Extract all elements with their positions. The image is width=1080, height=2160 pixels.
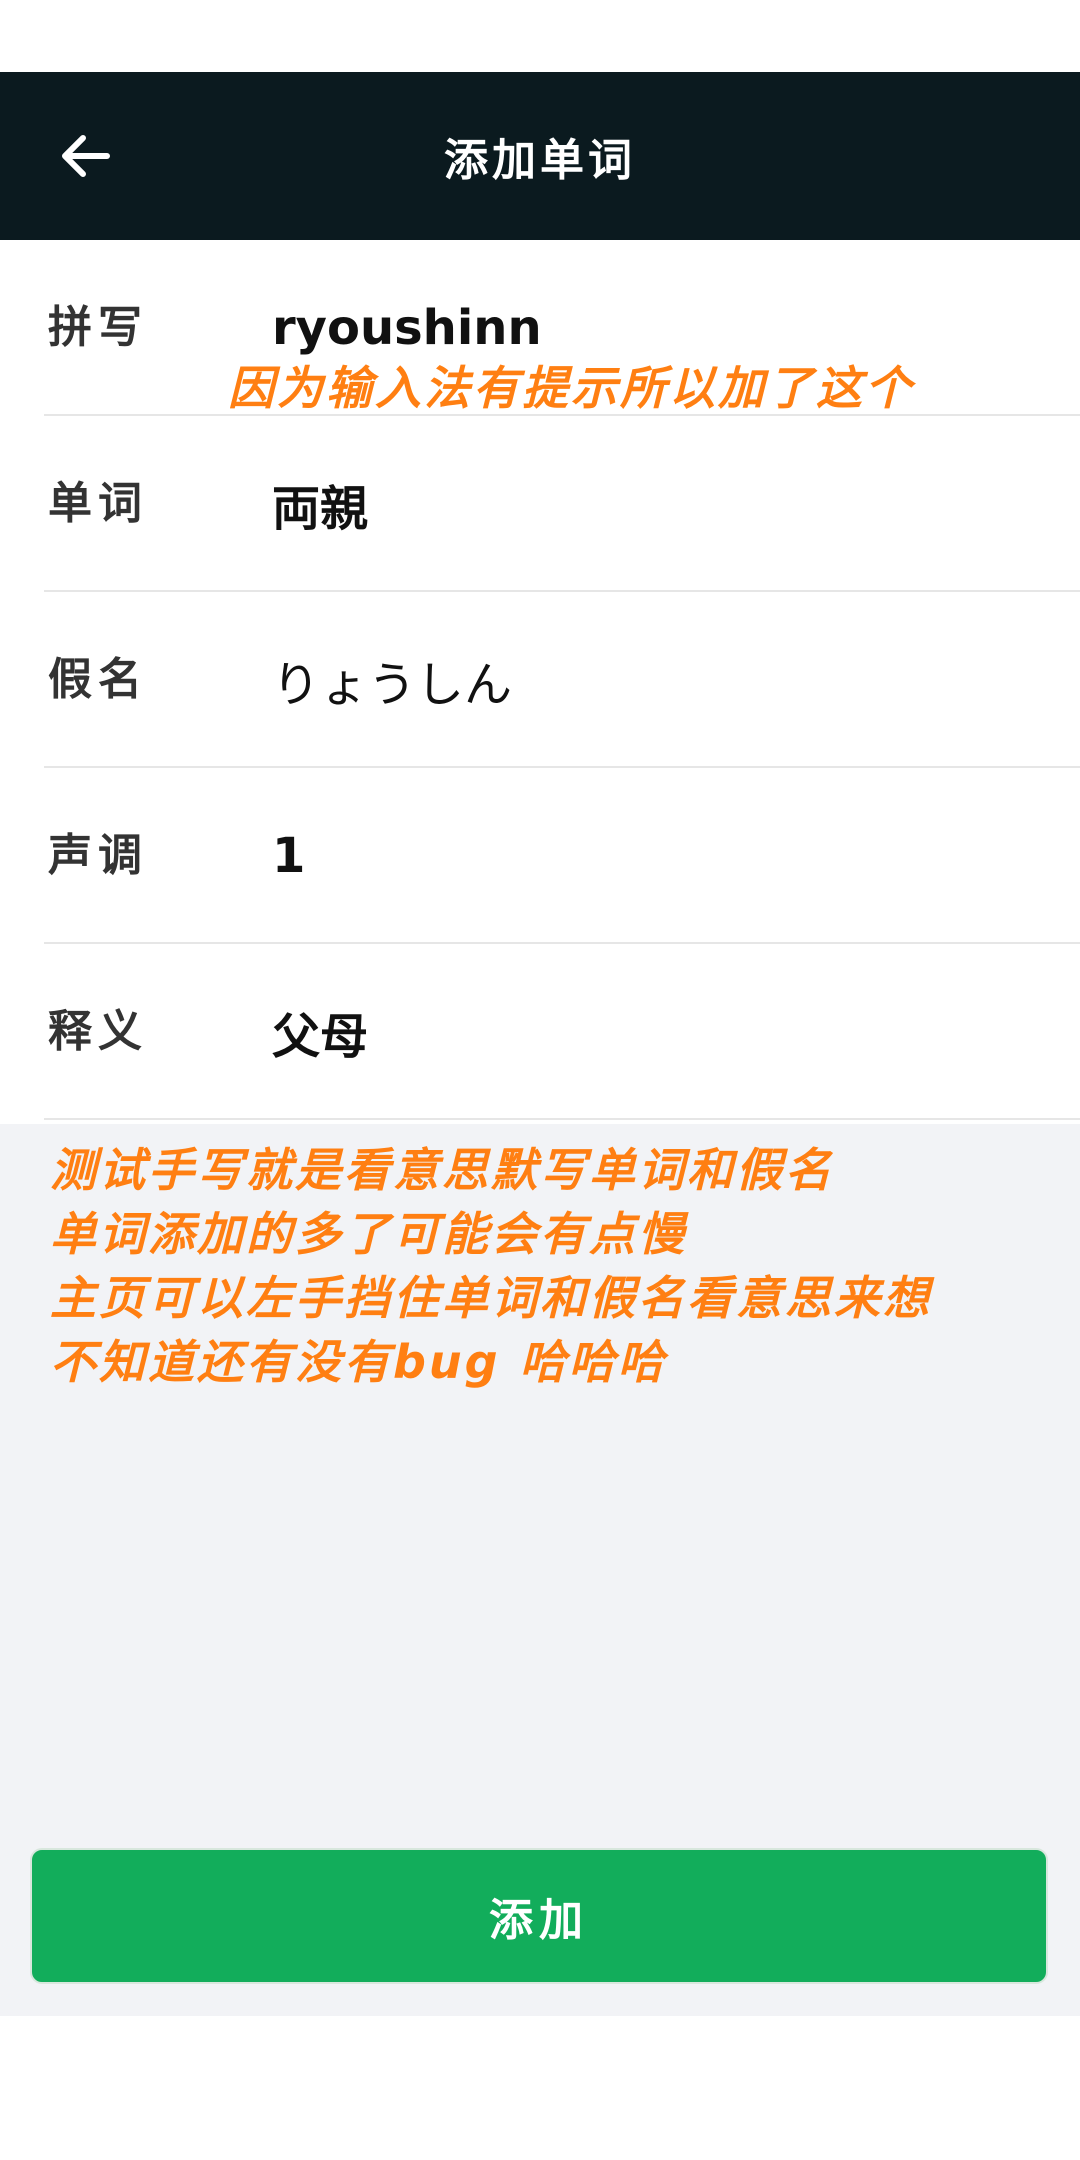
page-title: 添加单词 [444,135,636,186]
field-row-tone: 声调 [0,768,1080,944]
annotation-top: 因为输入法有提示所以加了这个 [228,361,914,415]
field-row-word: 单词 [0,416,1080,592]
annotation-line: 不知道还有没有bug 哈哈哈 [50,1335,667,1389]
annotation-line: 主页可以左手挡住单词和假名看意思来想 [50,1271,932,1325]
word-label: 单词 [48,478,148,529]
annotation-line: 测试手写就是看意思默写单词和假名 [50,1143,834,1197]
annotation-notes: 测试手写就是看意思默写单词和假名 单词添加的多了可能会有点慢 主页可以左手挡住单… [50,1138,932,1394]
arrow-left-icon [62,135,110,177]
add-button[interactable]: 添加 [30,1848,1048,1984]
navigation-bar [0,2016,1080,2160]
annotation-line: 单词添加的多了可能会有点慢 [50,1207,687,1261]
status-bar [0,0,1080,72]
meaning-input[interactable] [272,982,1032,1082]
tone-label: 声调 [48,830,148,881]
kana-input[interactable] [272,630,1032,730]
divider [44,1118,1080,1120]
spelling-label: 拼写 [48,302,148,353]
app-bar: 添加单词 [0,72,1080,240]
field-row-kana: 假名 [0,592,1080,768]
back-button[interactable] [40,116,130,196]
word-input[interactable] [272,454,1032,554]
meaning-label: 释义 [48,1006,148,1057]
kana-label: 假名 [48,654,148,705]
field-row-meaning: 释义 [0,944,1080,1120]
tone-input[interactable] [272,806,1032,906]
